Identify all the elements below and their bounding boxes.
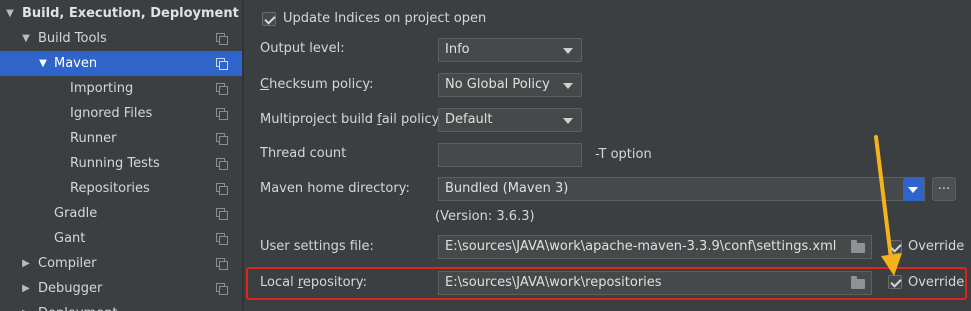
tree-item-deployment[interactable]: ▶ Deployment — [0, 301, 242, 311]
chevron-down-icon — [563, 118, 573, 124]
user-settings-override-label: Override — [908, 239, 965, 254]
thread-count-hint: -T option — [595, 147, 652, 162]
project-scope-icon — [216, 108, 228, 120]
tree-item-build-execution-deployment[interactable]: ▼ Build, Execution, Deployment — [0, 1, 242, 26]
tree-item-label: Debugger — [38, 281, 103, 296]
highlight-annotation-box — [246, 267, 967, 300]
tree-item-label: Compiler — [38, 256, 97, 271]
expand-arrow-icon[interactable]: ▼ — [37, 51, 49, 76]
user-settings-label: User settings file: — [260, 239, 374, 254]
tree-item-build-tools[interactable]: ▼ Build Tools — [0, 26, 242, 51]
folder-icon[interactable] — [851, 240, 865, 253]
user-settings-value: E:\sources\JAVA\work\apache-maven-3.3.9\… — [445, 239, 837, 254]
maven-home-value: Bundled (Maven 3) — [445, 181, 569, 196]
maven-home-browse-button[interactable]: ... — [932, 177, 956, 201]
expand-arrow-icon[interactable]: ▼ — [20, 26, 32, 51]
update-indices-label: Update Indices on project open — [283, 11, 487, 26]
maven-version-label: (Version: 3.6.3) — [435, 209, 535, 224]
tree-item-gradle[interactable]: Gradle — [0, 201, 242, 226]
maven-home-dropdown-button[interactable] — [903, 178, 924, 201]
multiproject-fail-policy-label: Multiproject build fail policy: — [260, 112, 443, 127]
settings-sidebar: ▼ Build, Execution, Deployment ▼ Build T… — [0, 0, 242, 311]
project-scope-icon — [216, 283, 228, 295]
user-settings-input[interactable]: E:\sources\JAVA\work\apache-maven-3.3.9\… — [438, 235, 872, 259]
project-scope-icon — [216, 183, 228, 195]
tree-item-running-tests[interactable]: Running Tests — [0, 151, 242, 176]
multiproject-fail-policy-dropdown[interactable]: Default — [438, 108, 582, 132]
tree-item-compiler[interactable]: ▶ Compiler — [0, 251, 242, 276]
collapse-arrow-icon[interactable]: ▶ — [20, 251, 32, 276]
thread-count-input[interactable] — [438, 143, 582, 167]
tree-item-label: Running Tests — [70, 156, 160, 171]
chevron-down-icon — [908, 187, 918, 193]
project-scope-icon — [216, 233, 228, 245]
output-level-label: Output level: — [260, 41, 345, 56]
project-scope-icon — [216, 58, 228, 70]
tree-item-label: Repositories — [70, 181, 150, 196]
output-level-value: Info — [445, 42, 470, 57]
tree-item-label: Deployment — [38, 301, 118, 311]
project-scope-icon — [216, 158, 228, 170]
project-scope-icon — [216, 258, 228, 270]
tree-item-repositories[interactable]: Repositories — [0, 176, 242, 201]
checksum-policy-label: Checksum policy: — [260, 77, 374, 92]
tree-item-debugger[interactable]: ▶ Debugger — [0, 276, 242, 301]
chevron-down-icon — [563, 48, 573, 54]
project-scope-icon — [216, 208, 228, 220]
collapse-arrow-icon[interactable]: ▶ — [20, 301, 32, 311]
user-settings-override-checkbox[interactable] — [888, 240, 902, 254]
maven-settings-panel: Update Indices on project open Output le… — [244, 0, 971, 311]
tree-item-maven[interactable]: ▼ Maven — [0, 51, 242, 76]
update-indices-checkbox[interactable] — [262, 12, 276, 26]
maven-home-combo[interactable]: Bundled (Maven 3) — [438, 177, 925, 201]
project-scope-icon — [216, 33, 228, 45]
checksum-policy-dropdown[interactable]: No Global Policy — [438, 73, 582, 97]
maven-home-label: Maven home directory: — [260, 181, 410, 196]
tree-item-label: Build Tools — [38, 31, 107, 46]
project-scope-icon — [216, 83, 228, 95]
tree-item-ignored-files[interactable]: Ignored Files — [0, 101, 242, 126]
project-scope-icon — [216, 133, 228, 145]
tree-item-label: Runner — [70, 131, 117, 146]
tree-item-importing[interactable]: Importing — [0, 76, 242, 101]
tree-item-label: Maven — [54, 56, 98, 71]
tree-item-label: Gant — [54, 231, 86, 246]
collapse-arrow-icon[interactable]: ▶ — [20, 276, 32, 301]
tree-item-label: Importing — [70, 81, 134, 96]
tree-item-gant[interactable]: Gant — [0, 226, 242, 251]
expand-arrow-icon[interactable]: ▼ — [4, 1, 16, 26]
output-level-dropdown[interactable]: Info — [438, 38, 582, 62]
tree-item-label: Gradle — [54, 206, 98, 221]
tree-item-label: Build, Execution, Deployment — [22, 6, 239, 21]
multiproject-fail-policy-value: Default — [445, 112, 493, 127]
thread-count-label: Thread count — [260, 146, 347, 161]
tree-item-label: Ignored Files — [70, 106, 153, 121]
chevron-down-icon — [563, 83, 573, 89]
checksum-policy-value: No Global Policy — [445, 77, 550, 92]
tree-item-runner[interactable]: Runner — [0, 126, 242, 151]
